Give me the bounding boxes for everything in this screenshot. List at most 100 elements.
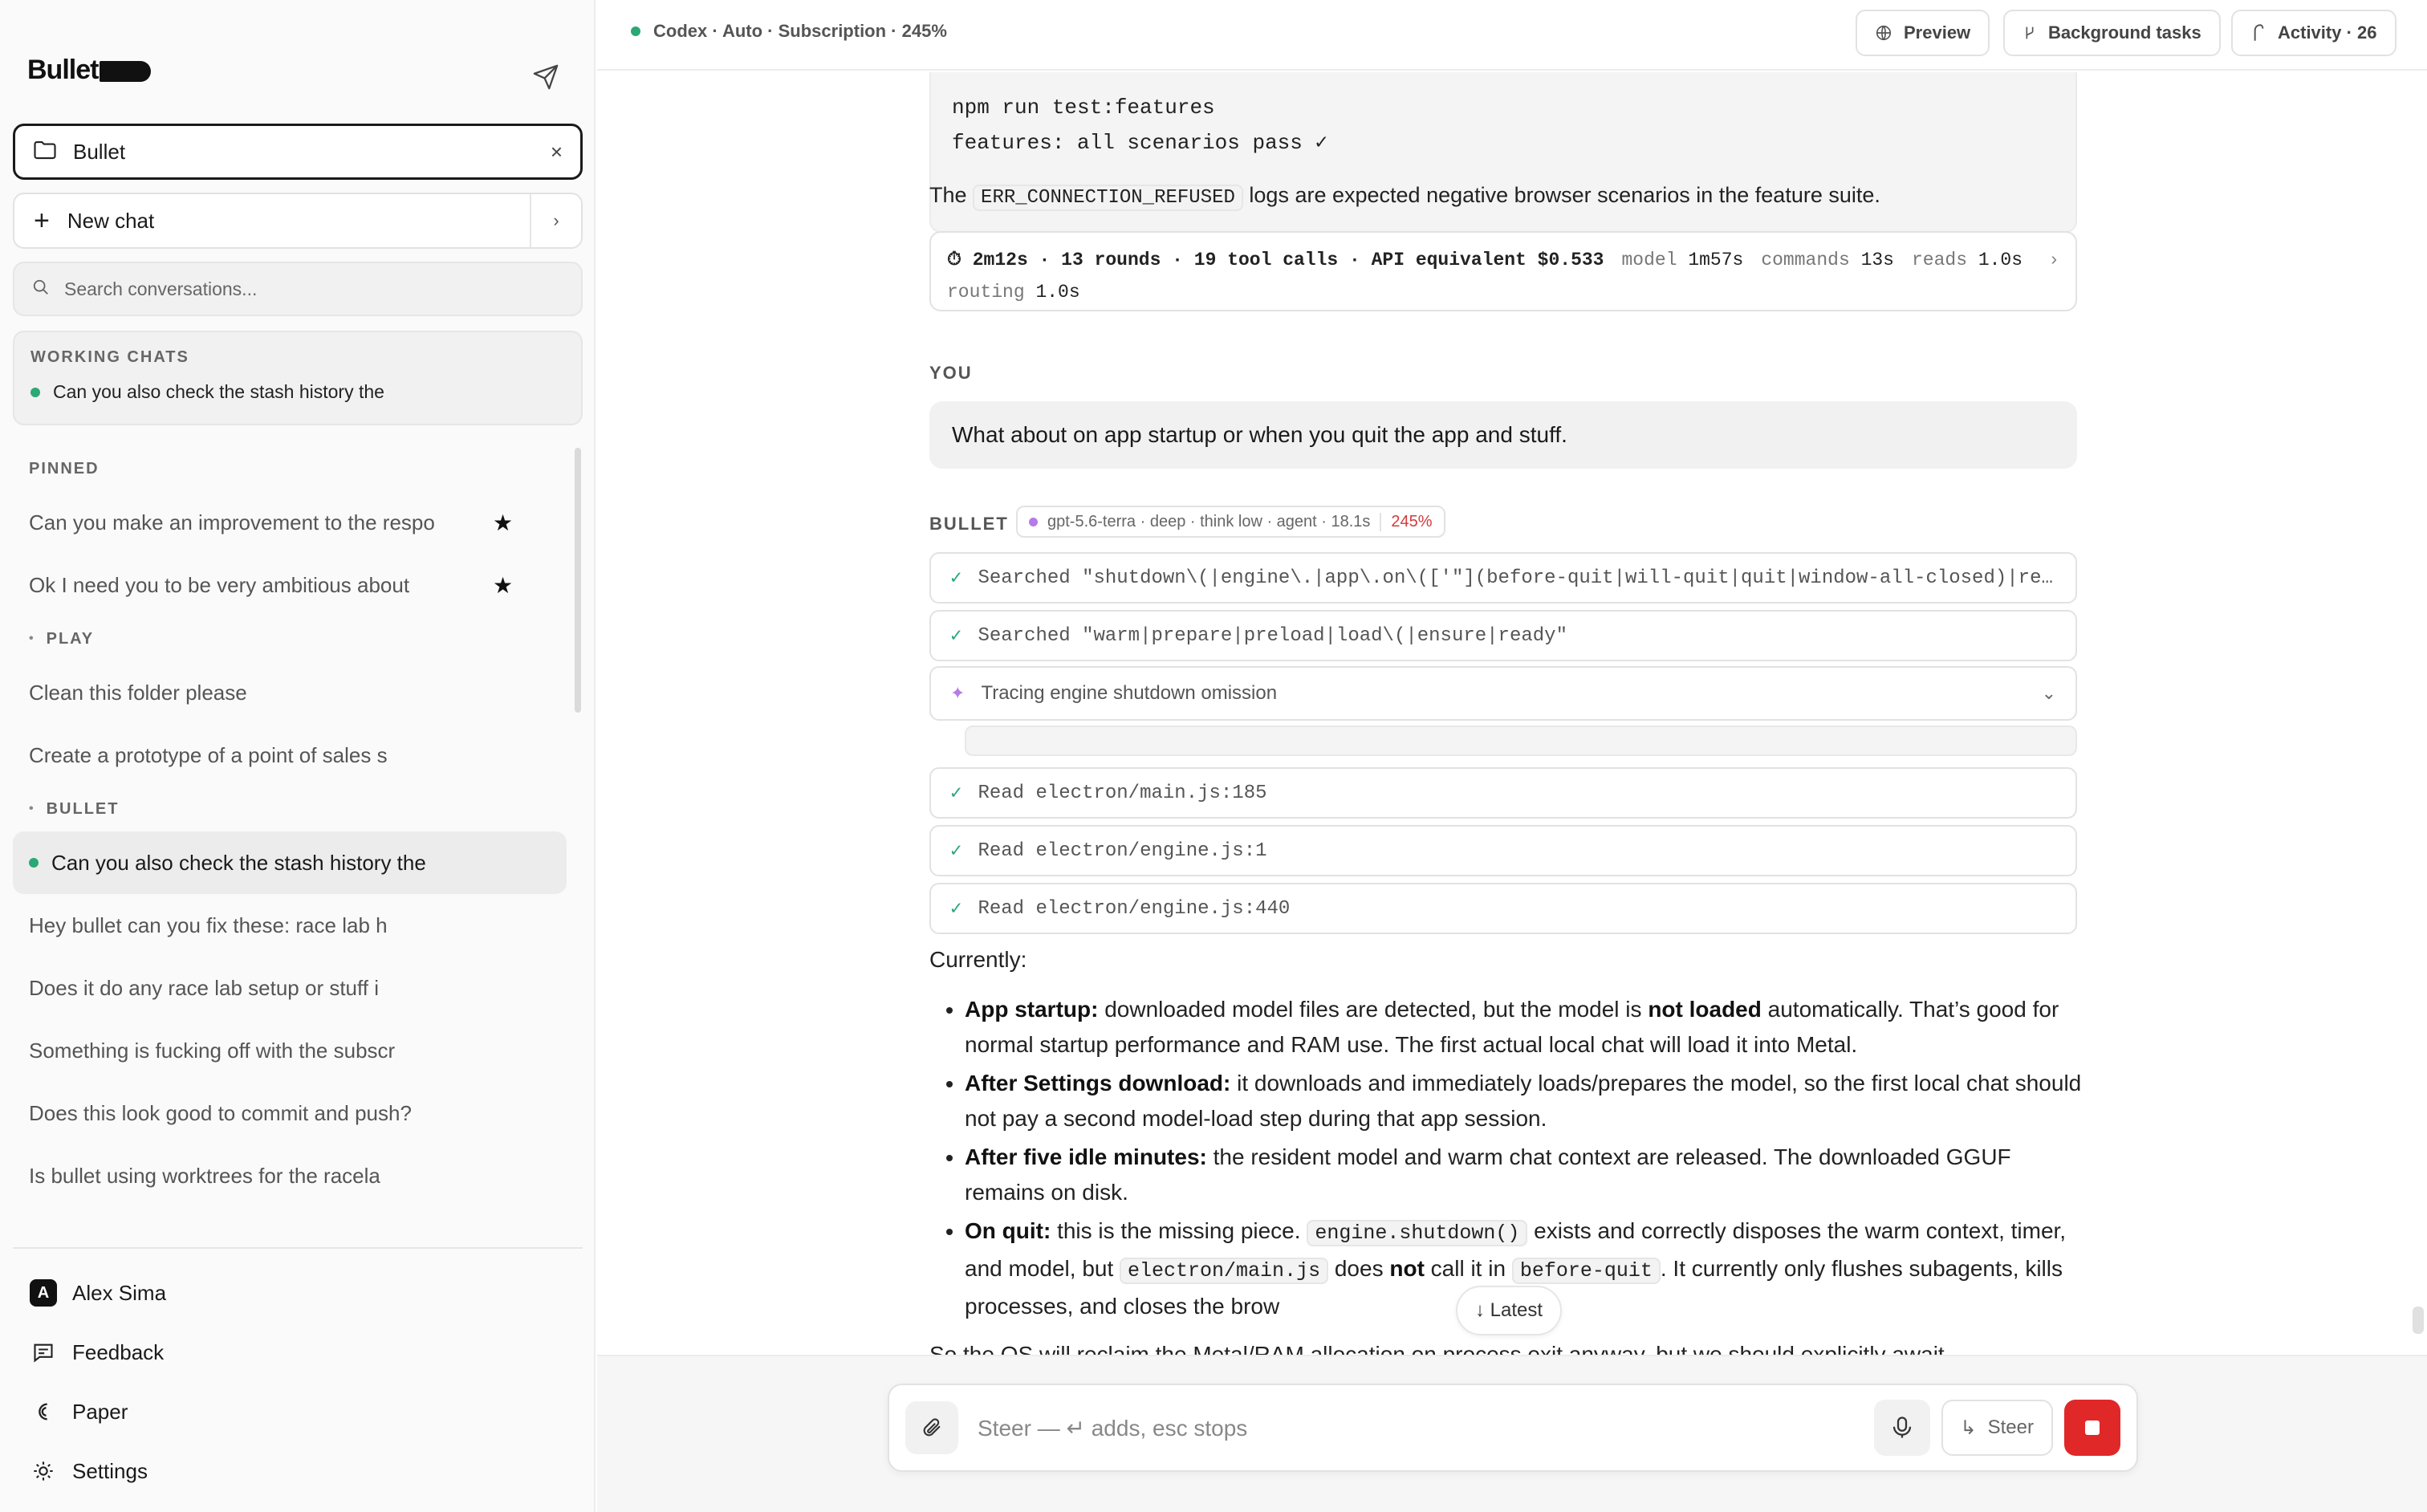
settings-button[interactable]: Settings (29, 1451, 148, 1491)
check-icon: ✓ (950, 783, 962, 805)
note-paragraph: The ERR_CONNECTION_REFUSED logs are expe… (929, 183, 1880, 211)
paper-button[interactable]: Paper (29, 1392, 128, 1432)
stop-button[interactable] (2064, 1400, 2120, 1456)
list-item-label: Can you also check the stash history the (51, 850, 426, 875)
session-status[interactable]: Codex · Auto · Subscription · 245% (631, 21, 947, 42)
list-item[interactable]: Hey bullet can you fix these: race lab h (13, 894, 583, 957)
check-icon: ✓ (950, 568, 962, 590)
tool-call-row[interactable]: ✓ Read electron/engine.js:1 (929, 825, 2077, 876)
list-item-label: Does this look good to commit and push? (29, 1100, 412, 1125)
search-input[interactable]: Search conversations... (13, 262, 583, 316)
composer-input[interactable]: Steer — ↵ adds, esc stops (978, 1415, 1874, 1441)
star-icon[interactable]: ★ (493, 572, 513, 599)
list-item[interactable]: Clean this folder please (13, 661, 583, 724)
tool-call-row[interactable]: ✓ Read electron/engine.js:440 (929, 883, 2077, 934)
model-meta-badge: gpt-5.6-terra · deep · think low · agent… (1016, 506, 1445, 538)
tool-call-text: Read electron/engine.js:440 (978, 897, 1291, 920)
tool-call-text: Tracing engine shutdown omission (981, 682, 1278, 704)
stats-key: model (1621, 250, 1677, 270)
tool-call-row[interactable]: ✓ Searched "warm|prepare|preload|load\(|… (929, 610, 2077, 661)
chevron-down-icon[interactable]: ⌄ (2042, 683, 2056, 704)
run-stats[interactable]: ⏱ 2m12s · 13 rounds · 19 tool calls · AP… (929, 231, 2077, 311)
note-text: logs are expected negative browser scena… (1249, 183, 1880, 207)
jump-to-latest-button[interactable]: ↓ Latest (1456, 1286, 1563, 1335)
sun-icon (29, 1457, 58, 1486)
list-item[interactable]: Does it do any race lab setup or stuff i (13, 957, 583, 1019)
inline-code: ERR_CONNECTION_REFUSED (973, 185, 1243, 211)
list-item-label: Can you make an improvement to the respo (29, 510, 435, 534)
background-tasks-button[interactable]: Background tasks (2003, 10, 2221, 56)
bullet-label: On quit: (965, 1218, 1051, 1243)
list-item-label: Does it do any race lab setup or stuff i (29, 975, 379, 1000)
sidebar-scrollbar[interactable] (575, 448, 581, 713)
stats-key: reads (1911, 250, 1967, 270)
folder-icon (33, 140, 57, 165)
feedback-button[interactable]: Feedback (29, 1332, 164, 1372)
sparkle-icon: ✦ (950, 683, 966, 703)
model-dot-icon (1029, 517, 1038, 526)
settings-label: Settings (72, 1458, 148, 1483)
conversation-list[interactable]: PINNED Can you make an improvement to th… (13, 446, 583, 1247)
check-icon: ✓ (950, 626, 962, 648)
bullet-label: App startup: (965, 997, 1099, 1022)
top-bar: Codex · Auto · Subscription · 245% Previ… (597, 0, 2427, 71)
user-message-text: What about on app startup or when you qu… (952, 422, 1567, 447)
chevron-right-icon[interactable]: › (2048, 244, 2059, 276)
steer-button[interactable]: ↳ Steer (1941, 1400, 2053, 1456)
chat-scrollbar[interactable] (2413, 1307, 2424, 1334)
section-play-label: PLAY (46, 629, 95, 648)
message-composer[interactable]: Steer — ↵ adds, esc stops ↳ Steer (888, 1384, 2138, 1472)
section-pinned: PINNED (29, 459, 100, 478)
tool-call-text: Searched "warm|prepare|preload|load\(|en… (978, 624, 1567, 647)
tool-call-row[interactable]: ✓ Read electron/main.js:185 (929, 767, 2077, 819)
tool-call-row[interactable]: ✓ Searched "shutdown\(|engine\.|app\.on\… (929, 552, 2077, 604)
activity-button[interactable]: Activity · 26 (2231, 10, 2397, 56)
model-meta-text: gpt-5.6-terra · deep · think low · agent… (1047, 512, 1371, 530)
paperclip-icon[interactable] (905, 1401, 958, 1454)
microphone-icon[interactable] (1873, 1400, 1930, 1456)
project-selector[interactable]: Bullet × (13, 124, 583, 180)
list-item-label: Clean this folder please (29, 680, 247, 705)
list-item[interactable]: Something is fucking off with the subscr (13, 1019, 583, 1082)
chat-thread[interactable]: npm run test:features features: all scen… (597, 72, 2427, 1355)
new-chat-button[interactable]: + New chat › (13, 193, 583, 249)
bullet-text: call it in (1424, 1256, 1512, 1281)
project-name: Bullet (73, 139, 126, 164)
user-profile[interactable]: A Alex Sima (29, 1273, 166, 1313)
tool-call-row-expandable[interactable]: ✦ Tracing engine shutdown omission ⌄ (929, 666, 2077, 721)
send-icon[interactable] (530, 61, 562, 93)
working-chat-item[interactable]: Can you also check the stash history the (30, 381, 565, 403)
bullet-icon: • (29, 632, 35, 645)
section-bullet-label: BULLET (46, 799, 120, 818)
feedback-label: Feedback (72, 1339, 165, 1364)
preview-button[interactable]: Preview (1856, 10, 1990, 56)
section-bullet[interactable]: • BULLET (13, 786, 583, 831)
section-play[interactable]: • PLAY (13, 616, 583, 661)
stats-summary: ⏱ 2m12s · 13 rounds · 19 tool calls · AP… (947, 250, 1604, 270)
code-line: npm run test:features (952, 96, 1215, 120)
working-chat-label: Can you also check the stash history the (53, 381, 384, 402)
answer-bullet: After five idle minutes: the resident mo… (965, 1140, 2085, 1210)
new-chat-main[interactable]: + New chat (14, 194, 530, 247)
list-item[interactable]: Is bullet using worktrees for the racela (13, 1144, 583, 1207)
chevron-right-icon[interactable]: › (530, 194, 581, 247)
search-icon (32, 278, 50, 300)
stats-key: routing (947, 282, 1025, 303)
status-dot-icon (29, 858, 39, 868)
list-item[interactable]: Create a prototype of a point of sales s (13, 724, 583, 786)
inline-code: engine.shutdown() (1307, 1220, 1528, 1246)
star-icon[interactable]: ★ (493, 510, 513, 536)
tool-call-text: Read electron/engine.js:1 (978, 839, 1267, 862)
list-item[interactable]: Does this look good to commit and push? (13, 1082, 583, 1144)
plus-icon: + (34, 205, 50, 236)
close-icon[interactable]: × (551, 140, 563, 165)
stats-key: commands (1761, 250, 1850, 270)
stats-value: 1m57s (1688, 250, 1744, 270)
list-item-pinned[interactable]: Can you make an improvement to the respo… (13, 491, 583, 554)
list-item-pinned[interactable]: Ok I need you to be very ambitious about… (13, 554, 583, 616)
list-item-active[interactable]: Can you also check the stash history the (13, 831, 567, 894)
tool-call-text: Read electron/main.js:185 (978, 782, 1267, 804)
bullet-icon: • (29, 802, 35, 815)
bullet-text: this is the missing piece. (1051, 1218, 1307, 1243)
brand-logo[interactable]: Bullet (27, 55, 152, 86)
